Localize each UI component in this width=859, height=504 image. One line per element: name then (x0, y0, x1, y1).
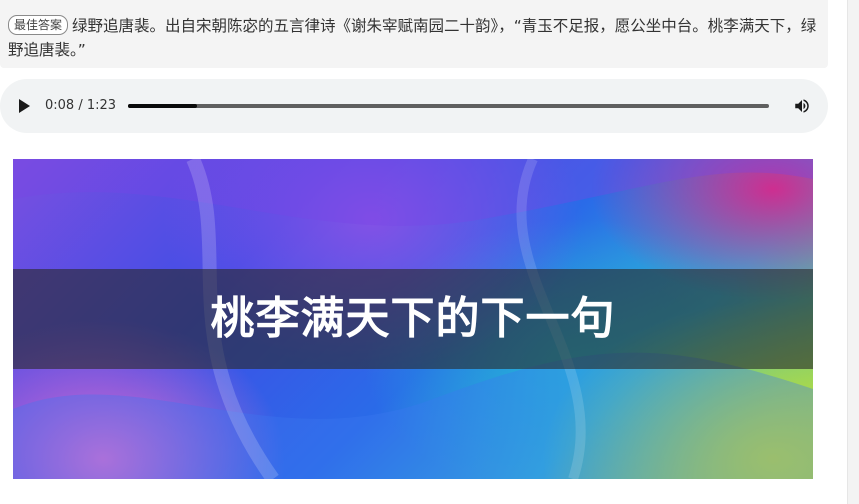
play-icon[interactable] (19, 99, 30, 113)
page-scrollbar[interactable] (847, 0, 859, 504)
volume-icon[interactable] (793, 97, 811, 115)
best-answer-box: 最佳答案 绿野追唐裴。出自宋朝陈宓的五言律诗《谢朱宰赋南园二十韵》，“青玉不足报，… (0, 0, 828, 68)
title-overlay: 桃李满天下的下一句 (13, 269, 813, 369)
audio-progress-fill (128, 104, 198, 108)
page: 最佳答案 绿野追唐裴。出自宋朝陈宓的五言律诗《谢朱宰赋南园二十韵》，“青玉不足报，… (0, 0, 859, 504)
audio-player[interactable]: 0:08 / 1:23 (0, 79, 828, 133)
video-title: 桃李满天下的下一句 (210, 293, 616, 344)
audio-time: 0:08 / 1:23 (45, 98, 117, 113)
best-answer-badge: 最佳答案 (8, 15, 69, 35)
video-cover-image[interactable]: 桃李满天下的下一句 (13, 159, 813, 479)
answer-text: 绿野追唐裴。出自宋朝陈宓的五言律诗《谢朱宰赋南园二十韵》，“青玉不足报，愿公坐中… (8, 17, 817, 59)
audio-progress-track[interactable] (128, 104, 769, 108)
